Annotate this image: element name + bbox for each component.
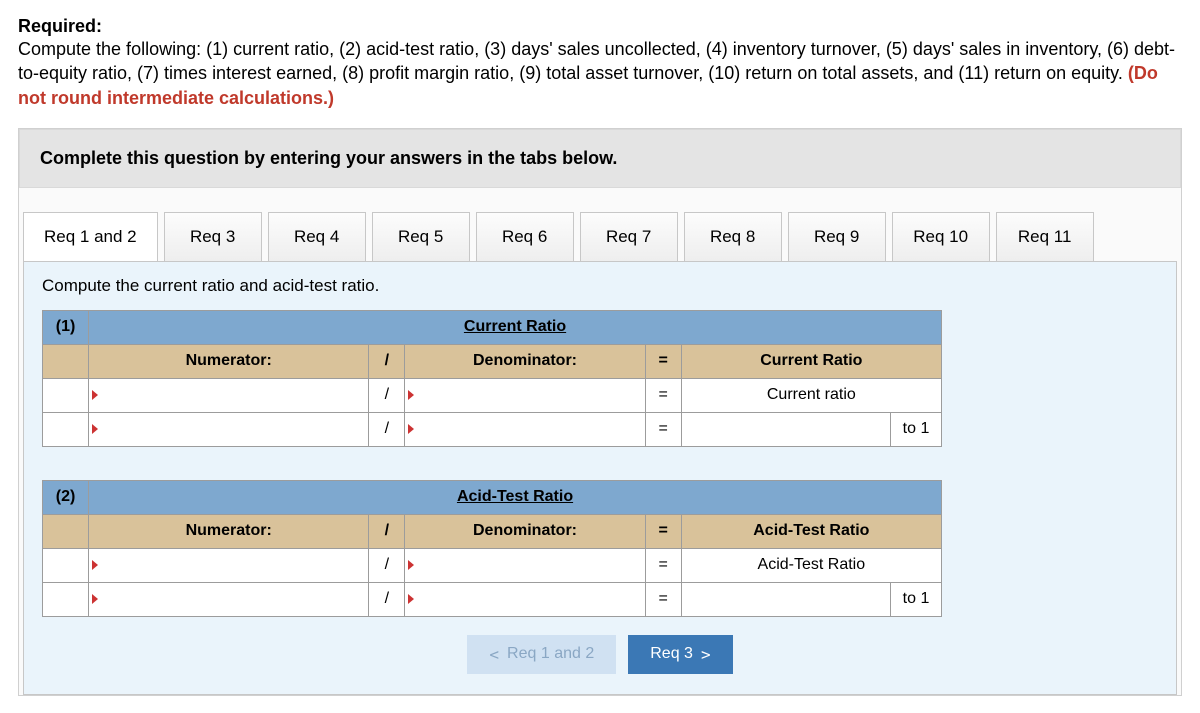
tab-label: Req 1 and 2 [44,227,137,246]
dropdown-icon [408,594,414,604]
divide-symbol: / [369,412,405,446]
denominator-value-input[interactable] [405,582,645,616]
instruction-bar: Complete this question by entering your … [19,129,1181,188]
equals-symbol: = [645,582,681,616]
to-1-label: to 1 [891,413,941,446]
tab-label: Req 8 [710,227,755,246]
tab-label: Req 4 [294,227,339,246]
result-label: Acid-Test Ratio [681,548,941,582]
tab-label: Req 3 [190,227,235,246]
denominator-select[interactable] [405,548,645,582]
tab-req-11[interactable]: Req 11 [996,212,1094,261]
divide-symbol: / [369,378,405,412]
equals-symbol: = [645,344,681,378]
dropdown-icon [408,390,414,400]
denominator-header: Denominator: [405,344,645,378]
chevron-right-icon: > [701,645,711,664]
result-value-input[interactable] [682,583,891,616]
required-body-text: Compute the following: (1) current ratio… [18,39,1175,83]
result-cell: to 1 [681,412,941,446]
tab-req-4[interactable]: Req 4 [268,212,366,261]
blank-cell [43,548,89,582]
required-title: Required: [18,16,102,36]
dropdown-icon [92,390,98,400]
tab-req-10[interactable]: Req 10 [892,212,990,261]
tab-label: Req 6 [502,227,547,246]
result-header: Current Ratio [681,344,941,378]
result-value-input[interactable] [682,413,891,446]
numerator-header: Numerator: [89,514,369,548]
tabs-row: Req 1 and 2 Req 3 Req 4 Req 5 Req 6 Req … [23,212,1177,261]
tab-req-6[interactable]: Req 6 [476,212,574,261]
section-title: Acid-Test Ratio [89,480,942,514]
tab-req-3[interactable]: Req 3 [164,212,262,261]
equals-symbol: = [645,548,681,582]
equals-symbol: = [645,378,681,412]
blank-cell [43,344,89,378]
denominator-header: Denominator: [405,514,645,548]
tab-label: Req 7 [606,227,651,246]
required-section: Required: Compute the following: (1) cur… [18,16,1182,110]
denominator-value-input[interactable] [405,412,645,446]
tab-req-7[interactable]: Req 7 [580,212,678,261]
nav-buttons: < Req 1 and 2 Req 3 > [42,635,1158,674]
blank-cell [43,582,89,616]
divide-symbol: / [369,344,405,378]
required-body: Compute the following: (1) current ratio… [18,37,1182,110]
equals-symbol: = [645,412,681,446]
section-num: (1) [43,310,89,344]
tab-label: Req 9 [814,227,859,246]
next-label: Req 3 [650,645,693,663]
section-title: Current Ratio [89,310,942,344]
answer-table: (1) Current Ratio Numerator: / Denominat… [42,310,942,617]
tab-instruction: Compute the current ratio and acid-test … [42,276,1158,296]
blank-cell [43,378,89,412]
divide-symbol: / [369,548,405,582]
tab-label: Req 10 [913,227,968,246]
numerator-value-input[interactable] [89,582,369,616]
dropdown-icon [408,424,414,434]
prev-label: Req 1 and 2 [507,645,594,663]
tab-req-1-and-2[interactable]: Req 1 and 2 [23,212,158,261]
to-1-label: to 1 [891,583,941,616]
result-header: Acid-Test Ratio [681,514,941,548]
instruction-text: Complete this question by entering your … [40,148,617,168]
blank-cell [43,412,89,446]
tab-req-9[interactable]: Req 9 [788,212,886,261]
next-button[interactable]: Req 3 > [628,635,732,674]
equals-symbol: = [645,514,681,548]
divide-symbol: / [369,582,405,616]
prev-button[interactable]: < Req 1 and 2 [467,635,616,674]
tab-req-5[interactable]: Req 5 [372,212,470,261]
tab-body: Compute the current ratio and acid-test … [23,261,1177,695]
tab-req-8[interactable]: Req 8 [684,212,782,261]
section-num: (2) [43,480,89,514]
tab-label: Req 11 [1018,227,1072,246]
blank-cell [43,514,89,548]
denominator-select[interactable] [405,378,645,412]
dropdown-icon [92,560,98,570]
result-label: Current ratio [681,378,941,412]
chevron-left-icon: < [489,645,499,664]
dropdown-icon [92,594,98,604]
numerator-select[interactable] [89,378,369,412]
divide-symbol: / [369,514,405,548]
dropdown-icon [408,560,414,570]
numerator-select[interactable] [89,548,369,582]
result-cell: to 1 [681,582,941,616]
question-panel: Complete this question by entering your … [18,128,1182,696]
numerator-header: Numerator: [89,344,369,378]
numerator-value-input[interactable] [89,412,369,446]
tab-label: Req 5 [398,227,443,246]
dropdown-icon [92,424,98,434]
